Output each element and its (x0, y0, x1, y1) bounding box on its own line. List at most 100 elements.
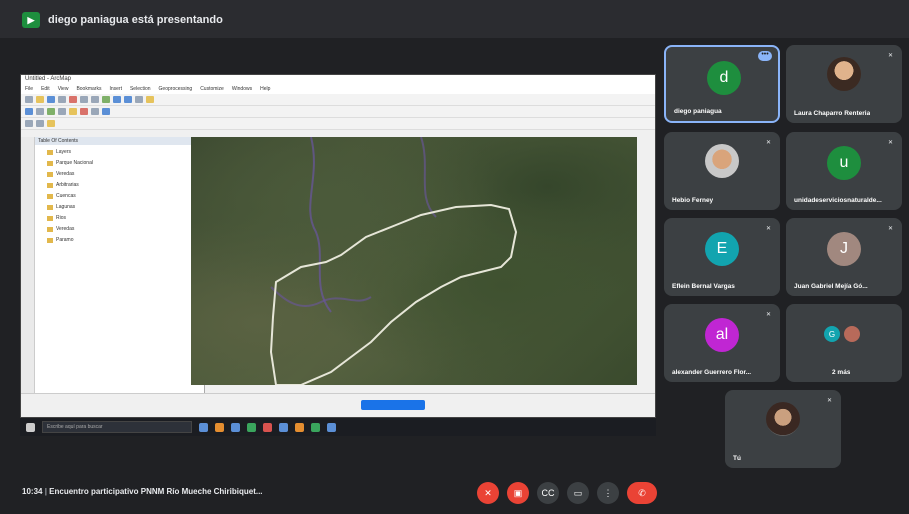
camera-off-icon: ▣ (513, 487, 523, 498)
camera-off-button[interactable]: ▣ (507, 482, 529, 504)
search-icon[interactable] (80, 108, 88, 115)
meeting-title: Encuentro participativo PNNM Río Mueche … (49, 487, 263, 496)
select-icon[interactable] (25, 108, 33, 115)
toc-item[interactable]: Lagunas (35, 200, 204, 211)
avatar: E (705, 232, 739, 266)
delete-icon[interactable] (69, 96, 77, 103)
explorer-icon[interactable] (215, 422, 224, 432)
mic-off-icon: ✕ (827, 398, 833, 404)
toc-item[interactable]: Paramo (35, 233, 204, 244)
save-icon[interactable] (47, 96, 55, 103)
participant-name: alexander Guerrero Flor... (672, 369, 752, 376)
leave-call-button[interactable]: ✆ (627, 482, 657, 504)
map-view[interactable] (191, 136, 637, 386)
captions-button[interactable]: CC (537, 482, 559, 504)
toc-item[interactable]: Cuencas (35, 189, 204, 200)
mic-off-icon: ✕ (766, 312, 772, 318)
menu-item[interactable]: Insert (109, 86, 122, 93)
print-icon[interactable] (58, 96, 66, 103)
status-button[interactable] (361, 400, 425, 410)
menu-item[interactable]: Customize (200, 86, 224, 93)
word-icon[interactable] (327, 422, 336, 432)
new-icon[interactable] (25, 96, 33, 103)
more-options-button[interactable]: ⋮ (597, 482, 619, 504)
participant-tile-more[interactable]: G 2 más (786, 304, 902, 382)
avatar: G (824, 326, 840, 342)
open-icon[interactable] (36, 96, 44, 103)
text-icon[interactable] (36, 120, 44, 127)
toolbar-2 (21, 106, 655, 118)
participant-tile[interactable]: ✕ al alexander Guerrero Flor... (664, 304, 780, 382)
measure-icon[interactable] (36, 108, 44, 115)
participant-tile[interactable]: ✕ u unidadeserviciosnaturalde... (786, 132, 902, 210)
participant-tile[interactable]: ✕ E Eflein Bernal Vargas (664, 218, 780, 296)
excel-icon[interactable] (311, 422, 320, 432)
identify-icon[interactable] (146, 96, 154, 103)
taskview-icon[interactable] (199, 422, 208, 432)
meeting-time: 10:34 (22, 487, 43, 496)
app-icon[interactable] (263, 422, 272, 432)
map-overlay (269, 136, 518, 386)
avatar: u (827, 146, 861, 180)
layer-icon[interactable] (58, 108, 66, 115)
toc-item[interactable]: Veredas (35, 167, 204, 178)
draw-icon[interactable] (25, 120, 33, 127)
river-line (420, 136, 437, 218)
toc-item[interactable]: Veredas (35, 222, 204, 233)
more-options-icon[interactable]: ••• (758, 51, 772, 61)
captions-icon: CC (541, 488, 555, 498)
participant-tile[interactable]: ••• d diego paniagua (664, 45, 780, 123)
present-screen-icon: ▭ (573, 487, 583, 498)
toc-item[interactable]: Parque Nacional (35, 156, 204, 167)
present-button[interactable]: ▭ (567, 482, 589, 504)
zoom-out-icon[interactable] (124, 96, 132, 103)
avatar: J (827, 232, 861, 266)
participant-tile[interactable]: ✕ Laura Chaparro Renteria (786, 45, 902, 123)
mic-off-icon: ✕ (888, 53, 894, 59)
pan-icon[interactable] (135, 96, 143, 103)
edge-icon[interactable] (231, 422, 240, 432)
menu-item[interactable]: Selection (130, 86, 151, 93)
participant-name: Hebio Ferney (672, 197, 714, 204)
mic-off-icon: ✕ (888, 226, 894, 232)
redo-icon[interactable] (91, 96, 99, 103)
self-photo (766, 402, 800, 436)
python-icon[interactable] (102, 108, 110, 115)
georef-icon[interactable] (47, 120, 55, 127)
participant-photo (705, 144, 739, 178)
taskbar-search-input[interactable]: Escribe aquí para buscar (42, 421, 192, 433)
left-dock-strip (21, 137, 35, 395)
toc-item[interactable]: Rios (35, 211, 204, 222)
editor-icon[interactable] (47, 108, 55, 115)
toolbar-1 (21, 94, 655, 106)
participant-tile[interactable]: ✕ J Juan Gabriel Mejía Gó... (786, 218, 902, 296)
chrome-icon[interactable] (247, 422, 256, 432)
menu-item[interactable]: File (25, 86, 33, 93)
mail-icon[interactable] (279, 422, 288, 432)
undo-icon[interactable] (80, 96, 88, 103)
self-tile[interactable]: ✕ Tú (725, 390, 841, 468)
mic-off-button[interactable]: ✕ (477, 482, 499, 504)
menu-item[interactable]: Geoprocessing (159, 86, 193, 93)
participant-name: Laura Chaparro Renteria (794, 110, 871, 117)
zoom-in-icon[interactable] (113, 96, 121, 103)
toc-title: Table Of Contents (35, 137, 204, 145)
menu-item[interactable]: View (58, 86, 69, 93)
menu-item[interactable]: Edit (41, 86, 50, 93)
toc-item[interactable]: Layers (35, 145, 204, 156)
windows-start-icon[interactable] (26, 422, 35, 432)
arctoolbox-icon[interactable] (91, 108, 99, 115)
arcmap-icon[interactable] (295, 422, 304, 432)
menu-item[interactable]: Help (260, 86, 270, 93)
participant-photo (844, 326, 860, 342)
table-of-contents: Table Of Contents Layers Parque Nacional… (35, 137, 205, 395)
menu-item[interactable]: Bookmarks (76, 86, 101, 93)
catalog-icon[interactable] (69, 108, 77, 115)
toc-item[interactable]: Arbitrarias (35, 178, 204, 189)
avatar: al (705, 318, 739, 352)
menu-item[interactable]: Windows (232, 86, 252, 93)
menu-bar: File Edit View Bookmarks Insert Selectio… (21, 85, 655, 94)
participant-tile[interactable]: ✕ Hebio Ferney (664, 132, 780, 210)
present-icon: ▶ (22, 12, 40, 28)
add-data-icon[interactable] (102, 96, 110, 103)
